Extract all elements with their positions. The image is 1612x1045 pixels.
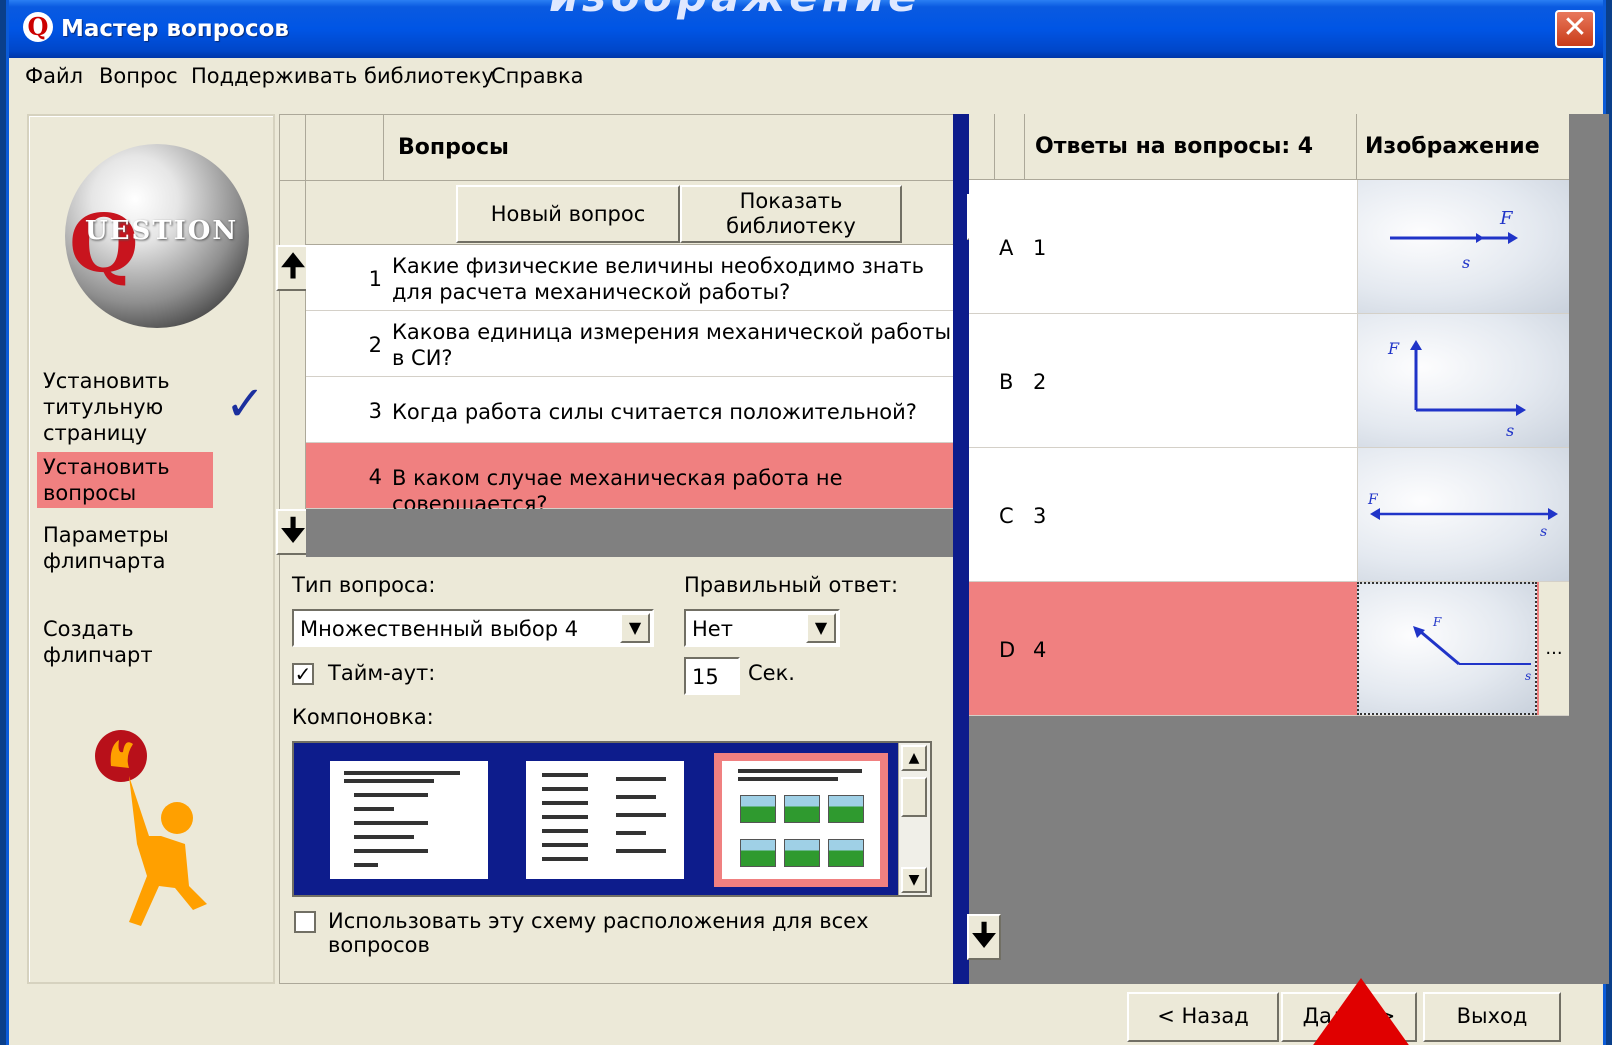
use-layout-checkbox[interactable]: [294, 911, 316, 933]
answers-panel: Ответы на вопросы: 4 Изображение 🠉 A 1 F…: [967, 114, 1609, 984]
svg-text:s: s: [1506, 421, 1514, 440]
answer-row[interactable]: A 1 F s: [969, 180, 1569, 314]
chevron-down-icon[interactable]: ▼: [806, 613, 836, 643]
svg-text:s: s: [1462, 253, 1470, 272]
question-row[interactable]: 3 Когда работа силы считается положитель…: [306, 377, 956, 443]
svg-text:F: F: [1387, 339, 1400, 358]
question-row-selected[interactable]: 4 В каком случае механическая работа не …: [306, 443, 956, 516]
title-bar: изображение Q Мастер вопросов ✕: [9, 0, 1603, 58]
questions-panel: Вопросы Новый вопрос Показать библиотеку…: [276, 114, 969, 984]
timeout-label: Тайм-аут:: [328, 661, 436, 685]
answer-image[interactable]: F s: [1357, 448, 1569, 581]
menu-file[interactable]: Файл: [25, 64, 83, 88]
new-question-button[interactable]: Новый вопрос: [456, 185, 680, 243]
menu-help[interactable]: Справка: [491, 64, 584, 88]
timeout-unit: Сек.: [748, 661, 795, 685]
layout-option-list[interactable]: [330, 761, 488, 879]
browse-image-button[interactable]: ...: [1539, 582, 1569, 715]
layout-option-images[interactable]: [714, 753, 888, 887]
layout-option-two-column[interactable]: [526, 761, 684, 879]
correct-answer-select[interactable]: Нет ▼: [684, 609, 840, 647]
chevron-down-icon[interactable]: ▼: [620, 613, 650, 643]
close-button[interactable]: ✕: [1555, 10, 1595, 48]
answer-row-selected[interactable]: D 4 F s ...: [969, 582, 1569, 716]
vector-diagram-icon: F s: [1387, 339, 1526, 440]
questions-header: Вопросы: [280, 115, 968, 181]
mascot-logo-icon: [95, 730, 207, 926]
step-questions[interactable]: Установить вопросы: [37, 452, 213, 508]
scroll-down-icon[interactable]: ▼: [901, 867, 927, 893]
move-up-arrow-icon[interactable]: 🠉: [276, 245, 310, 291]
pointer-arrow-icon: [1311, 978, 1411, 1045]
answer-row[interactable]: B 2 F s: [969, 314, 1569, 448]
question-wizard-window: изображение Q Мастер вопросов ✕ Файл Воп…: [6, 0, 1609, 1045]
question-type-select[interactable]: Множественный выбор 4 ▼: [292, 609, 654, 647]
step-create-flipchart[interactable]: Создать флипчарт: [37, 614, 213, 670]
layout-picker: ▲ ▼: [292, 741, 932, 897]
scroll-thumb[interactable]: [901, 777, 927, 817]
menu-bar: Файл Вопрос Поддерживать библиотеку Спра…: [9, 58, 1603, 94]
panel-divider: [953, 114, 969, 984]
menu-library[interactable]: Поддерживать библиотеку: [191, 64, 494, 88]
answer-down-arrow-icon[interactable]: 🠋: [967, 914, 1001, 960]
svg-text:F: F: [1367, 492, 1379, 508]
image-column-header: Изображение: [1365, 134, 1540, 159]
layout-scrollbar[interactable]: ▲ ▼: [898, 743, 930, 895]
vector-diagram-icon: F s: [1390, 208, 1518, 272]
use-layout-label: Использовать эту схему расположения для …: [328, 909, 869, 957]
wizard-steps-panel: Q UESTION Установить титульную страницу …: [27, 114, 275, 984]
svg-text:s: s: [1525, 669, 1531, 683]
title-watermark: изображение: [549, 0, 921, 21]
vector-diagram-icon: F s: [1413, 615, 1531, 683]
question-row[interactable]: 1 Какие физические величины необходимо з…: [306, 245, 956, 311]
answers-column-header: Ответы на вопросы: 4: [1035, 134, 1314, 159]
vector-diagram-icon: F s: [1367, 492, 1558, 540]
answer-image[interactable]: F s: [1357, 314, 1569, 447]
questions-empty-area: [306, 509, 966, 557]
answer-image[interactable]: F s: [1357, 180, 1569, 313]
logo-text: UESTION: [85, 216, 239, 246]
show-library-button[interactable]: Показать библиотеку: [680, 185, 902, 243]
timeout-checkbox[interactable]: ✓: [292, 663, 314, 685]
step-title-page[interactable]: Установить титульную страницу: [37, 366, 213, 448]
svg-text:s: s: [1540, 524, 1547, 540]
exit-button[interactable]: Выход: [1423, 992, 1561, 1042]
questions-column-header: Вопросы: [398, 135, 509, 160]
answer-row[interactable]: C 3 F s: [969, 448, 1569, 582]
layout-label: Компоновка:: [292, 705, 434, 729]
step-flipchart-params[interactable]: Параметры флипчарта: [37, 520, 213, 576]
scroll-up-icon[interactable]: ▲: [901, 745, 927, 771]
timeout-input[interactable]: 15: [684, 657, 740, 695]
back-button[interactable]: < Назад: [1127, 992, 1279, 1042]
app-icon: Q: [23, 12, 53, 42]
answer-image[interactable]: F s: [1357, 582, 1537, 715]
correct-answer-label: Правильный ответ:: [684, 573, 899, 597]
menu-question[interactable]: Вопрос: [99, 64, 178, 88]
question-row[interactable]: 2 Какова единица измерения механической …: [306, 311, 956, 377]
svg-text:F: F: [1499, 208, 1514, 229]
answers-header: Ответы на вопросы: 4 Изображение: [969, 114, 1569, 180]
questions-button-row: Новый вопрос Показать библиотеку: [280, 181, 968, 245]
question-type-label: Тип вопроса:: [292, 573, 436, 597]
window-title: Мастер вопросов: [61, 16, 289, 42]
question-logo: Q UESTION: [65, 144, 249, 328]
svg-text:F: F: [1432, 615, 1442, 629]
move-down-arrow-icon[interactable]: 🠋: [276, 509, 310, 555]
checkmark-icon: ✓: [225, 376, 266, 432]
